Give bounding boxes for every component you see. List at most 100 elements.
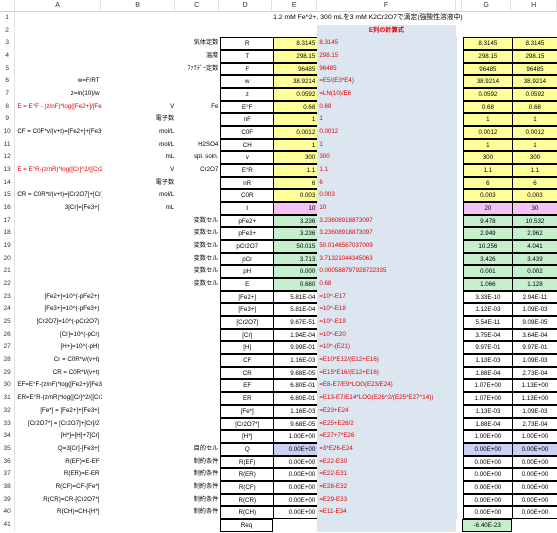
cell-e[interactable]: 298.15 xyxy=(273,50,319,63)
cell-h[interactable]: 1.13E+00 xyxy=(511,392,557,405)
cell-f[interactable]: =10^-E19 xyxy=(317,316,457,329)
cell-a[interactable] xyxy=(15,227,101,240)
cell-d[interactable]: EF xyxy=(220,379,275,393)
cell-g[interactable]: 9.478 xyxy=(462,214,513,228)
cell-e[interactable]: 1.16E-03 xyxy=(273,354,319,367)
cell-f[interactable]: E列の計算式 xyxy=(317,24,456,38)
cell-d[interactable]: v xyxy=(220,151,275,165)
cell-g[interactable]: 1.07E+00 xyxy=(462,379,513,393)
cell-c[interactable]: 変数セル xyxy=(176,278,220,291)
cell-h[interactable]: 0.68 xyxy=(511,100,557,114)
cell-c[interactable] xyxy=(176,392,220,405)
cell-g[interactable]: 1.13E-03 xyxy=(462,404,513,418)
cell-c[interactable] xyxy=(176,341,220,354)
cell-f[interactable]: =E5/(E3*E4) xyxy=(317,75,457,89)
row-number[interactable]: 21 xyxy=(0,265,16,279)
cell-c[interactable] xyxy=(176,329,220,342)
row-number[interactable]: 18 xyxy=(0,227,16,241)
column-header-b[interactable]: B xyxy=(100,0,176,12)
cell-a[interactable]: R(EF)=E-EF xyxy=(15,456,101,469)
cell-e[interactable]: 0.0012 xyxy=(273,126,319,139)
cell-h[interactable]: 2.962 xyxy=(511,227,557,241)
cell-c[interactable]: Cr2O7 xyxy=(176,164,220,177)
row-number[interactable]: 15 xyxy=(0,189,16,203)
cell-b[interactable]: mL xyxy=(102,202,177,215)
cell-b[interactable] xyxy=(102,303,177,316)
cell-f[interactable]: =10^-E20 xyxy=(317,328,457,342)
row-number[interactable]: 27 xyxy=(0,341,16,355)
cell-h[interactable]: 1.1 xyxy=(511,164,557,177)
row-number[interactable]: 34 xyxy=(0,430,16,443)
cell-h[interactable]: 0.0012 xyxy=(511,126,557,139)
cell-f[interactable]: =E22-E30 xyxy=(317,455,457,469)
cell-b[interactable] xyxy=(102,341,177,354)
cell-g[interactable]: 1.88E-04 xyxy=(462,366,513,380)
cell-g[interactable]: 0.00E+00 xyxy=(462,455,513,469)
cell-a[interactable]: 3[Cr]=[Fe3+] xyxy=(15,202,101,215)
cell-a[interactable] xyxy=(15,37,101,50)
cell-e[interactable]: 0.00E+00 xyxy=(273,442,319,456)
cell-h[interactable]: 0.00E+00 xyxy=(511,480,557,494)
cell-c[interactable]: 制約条件 xyxy=(176,506,220,519)
cell-c[interactable]: 変数セル xyxy=(176,240,220,253)
cell-h[interactable]: 0.00E+00 xyxy=(511,493,557,507)
cell-e[interactable]: 0.00E+00 xyxy=(273,506,319,519)
row-number[interactable]: 7 xyxy=(0,88,16,101)
row-number[interactable]: 13 xyxy=(0,164,16,177)
cell-e[interactable]: 6 xyxy=(273,176,319,190)
cell-g[interactable]: 0.68 xyxy=(462,100,513,114)
cell-h[interactable] xyxy=(511,25,557,38)
row-number[interactable]: 5 xyxy=(0,62,16,76)
row-number[interactable]: 35 xyxy=(0,442,16,456)
cell-f[interactable]: =10^-(E21) xyxy=(317,341,457,355)
column-header-c[interactable]: C xyxy=(175,0,219,12)
cell-g[interactable]: 0.00E+00 xyxy=(462,468,513,481)
cell-d[interactable]: w xyxy=(220,75,275,89)
cell-f[interactable]: 10 xyxy=(317,202,457,215)
cell-f[interactable]: 3.23608918873097 xyxy=(317,214,457,228)
row-number[interactable]: 10 xyxy=(0,126,16,139)
cell-a[interactable]: R(CR)=CR-[Cr2O7*] xyxy=(15,494,101,507)
cell-f[interactable]: 0.68 xyxy=(317,278,457,291)
cell-d[interactable]: pCr xyxy=(220,252,275,266)
row-number[interactable]: 33 xyxy=(0,417,16,431)
cell-h[interactable]: 10.532 xyxy=(511,214,557,228)
cell-a[interactable]: w=F/RT xyxy=(15,75,101,88)
cell-f[interactable]: 96485 xyxy=(317,62,457,76)
cell-g[interactable]: 0.003 xyxy=(462,189,513,203)
cell-f[interactable]: 8.3145 xyxy=(317,37,457,51)
cell-b[interactable] xyxy=(101,25,175,38)
cell-e[interactable] xyxy=(272,519,317,532)
cell-e[interactable]: 6.80E-01 xyxy=(273,379,319,393)
cell-c[interactable] xyxy=(176,291,220,304)
cell-h[interactable]: 9.97E-01 xyxy=(511,341,557,355)
cell-a[interactable]: [H*]=[H]+7[Cr] xyxy=(15,430,101,443)
cell-e[interactable]: 9.68E-05 xyxy=(273,417,319,431)
cell-f[interactable]: 50.0146567037009 xyxy=(317,240,457,253)
cell-c[interactable]: 変数セル xyxy=(176,265,220,278)
cell-h[interactable]: 2.73E-04 xyxy=(511,366,557,380)
row-number[interactable]: 41 xyxy=(0,518,16,532)
cell-h[interactable]: 298.15 xyxy=(511,50,557,63)
cell-d[interactable]: F xyxy=(220,62,275,76)
cell-h[interactable]: 2.94E-11 xyxy=(511,290,557,304)
cell-d[interactable]: [Cr2O7*] xyxy=(220,417,275,431)
cell-b[interactable] xyxy=(102,50,177,63)
cell-c[interactable]: spl. soln. xyxy=(176,151,220,164)
cell-h[interactable]: 30 xyxy=(511,202,557,215)
cell-f[interactable]: 0.0012 xyxy=(317,126,457,139)
cell-e[interactable]: 1.2 mM Fe^2+, 300 mLを3 mM K2Cr2O7で滴定(強酸性… xyxy=(271,12,463,25)
cell-g[interactable]: 0.00E+00 xyxy=(462,442,513,456)
cell-d[interactable]: pFe2+ xyxy=(220,214,275,228)
cell-d[interactable]: [Fe2+] xyxy=(220,290,275,304)
cell-f[interactable]: =E25+E26/2 xyxy=(317,417,457,431)
cell-c[interactable]: 変数セル xyxy=(176,253,220,266)
cell-d[interactable]: ER xyxy=(220,392,275,405)
row-number[interactable]: 23 xyxy=(0,290,16,304)
cell-e[interactable]: 1.16E-03 xyxy=(273,404,319,418)
cell-h[interactable]: 1 xyxy=(511,138,557,152)
cell-b[interactable] xyxy=(102,443,177,456)
cell-c[interactable]: 制約条件 xyxy=(176,494,220,507)
cell-a[interactable] xyxy=(15,240,101,253)
cell-f[interactable]: 3.23608918873097 xyxy=(317,227,457,241)
